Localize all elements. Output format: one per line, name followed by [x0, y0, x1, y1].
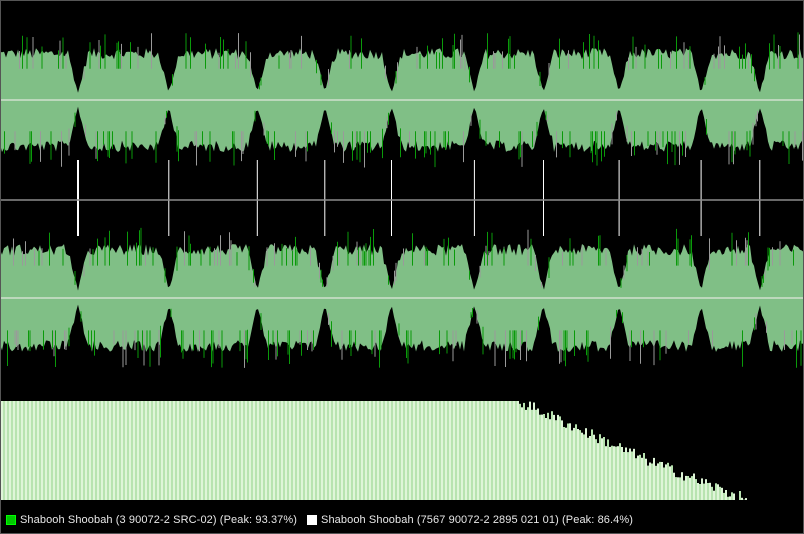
legend-swatch-white [307, 514, 318, 525]
legend-label-source-1: Shabooh Shoobah (3 90072-2 SRC-02) (Peak… [20, 513, 298, 526]
legend-swatch-green [6, 514, 16, 525]
legend-bar: Shabooh Shoobah (3 90072-2 SRC-02) (Peak… [0, 505, 804, 534]
legend-item-source-2: Shabooh Shoobah (7567 90072-2 2895 021 0… [307, 514, 633, 526]
legend-label-source-2: Shabooh Shoobah (7567 90072-2 2895 021 0… [321, 513, 634, 526]
legend-item-source-1: Shabooh Shoobah (3 90072-2 SRC-02) (Peak… [6, 514, 297, 526]
waveform-comparison-view [0, 0, 804, 505]
